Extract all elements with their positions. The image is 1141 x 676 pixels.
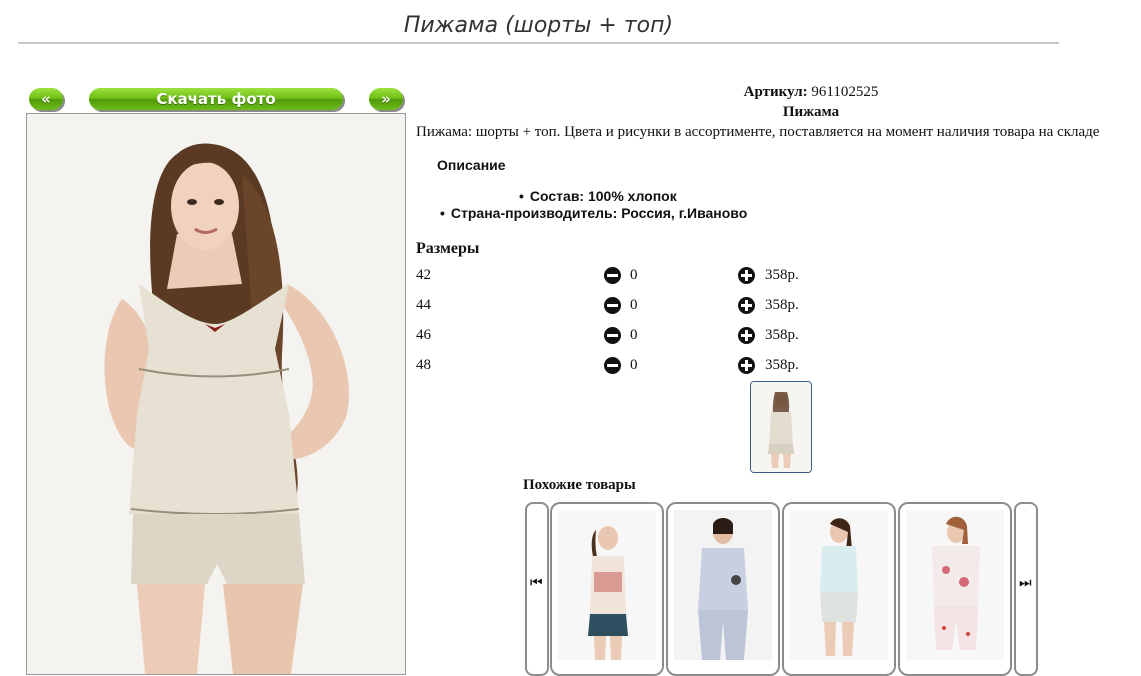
minus-icon[interactable] (604, 297, 621, 314)
similar-products-heading: Похожие товары (523, 477, 636, 493)
quantity-value: 0 (630, 327, 638, 343)
download-photo-button[interactable]: Скачать фото (89, 88, 343, 110)
spec-item: Страна-производитель: Россия, г.Иваново (440, 205, 747, 221)
prev-photo-button[interactable]: « (29, 88, 63, 110)
skip-forward-icon: ⏭ (1019, 576, 1032, 591)
next-photo-button[interactable]: » (369, 88, 403, 110)
product-name: Пижама (782, 104, 840, 120)
price-value: 358р. (765, 327, 799, 343)
similar-next-button[interactable]: ⏭ (1014, 502, 1038, 676)
similar-product-card[interactable] (666, 502, 780, 676)
size-row: 46 0 358р. (416, 327, 836, 347)
thumbnail-illustration (751, 382, 811, 472)
similar-product-card[interactable] (782, 502, 896, 676)
price-value: 358р. (765, 357, 799, 373)
skip-back-icon: ⏮ (530, 576, 543, 591)
sizes-heading: Размеры (416, 240, 480, 257)
similar-product-photo (558, 510, 656, 660)
size-label: 42 (416, 267, 431, 283)
similar-product-photo (674, 510, 772, 660)
minus-icon[interactable] (604, 267, 621, 284)
minus-icon[interactable] (604, 357, 621, 374)
similar-product-photo (906, 510, 1004, 660)
plus-icon[interactable] (738, 297, 755, 314)
plus-icon[interactable] (738, 267, 755, 284)
size-label: 48 (416, 357, 431, 373)
similar-product-photo (790, 510, 888, 660)
similar-prev-button[interactable]: ⏮ (525, 502, 549, 676)
specs-heading: Описание (437, 157, 506, 173)
plus-icon[interactable] (738, 327, 755, 344)
quantity-value: 0 (630, 297, 638, 313)
size-row: 42 0 358р. (416, 267, 836, 287)
title-divider (18, 42, 1059, 44)
size-row: 48 0 358р. (416, 357, 836, 377)
article-label: Артикул: (743, 84, 808, 100)
size-row: 44 0 358р. (416, 297, 836, 317)
photo-thumbnail[interactable] (750, 381, 812, 473)
quantity-value: 0 (630, 267, 638, 283)
similar-product-card[interactable] (550, 502, 664, 676)
page-title: Пижама (шорты + топ) (403, 13, 674, 38)
quantity-value: 0 (630, 357, 638, 373)
minus-icon[interactable] (604, 327, 621, 344)
article-value: 961102525 (811, 84, 879, 100)
plus-icon[interactable] (738, 357, 755, 374)
similar-product-card[interactable] (898, 502, 1012, 676)
spec-item: Состав: 100% хлопок (519, 188, 677, 204)
model-photo-illustration (27, 114, 405, 674)
size-label: 44 (416, 297, 431, 313)
price-value: 358р. (765, 267, 799, 283)
price-value: 358р. (765, 297, 799, 313)
product-description: Пижама: шорты + топ. Цвета и рисунки в а… (416, 124, 1100, 140)
main-product-photo[interactable] (26, 113, 406, 675)
size-label: 46 (416, 327, 431, 343)
article-line: Артикул: 961102525 (416, 84, 1141, 101)
